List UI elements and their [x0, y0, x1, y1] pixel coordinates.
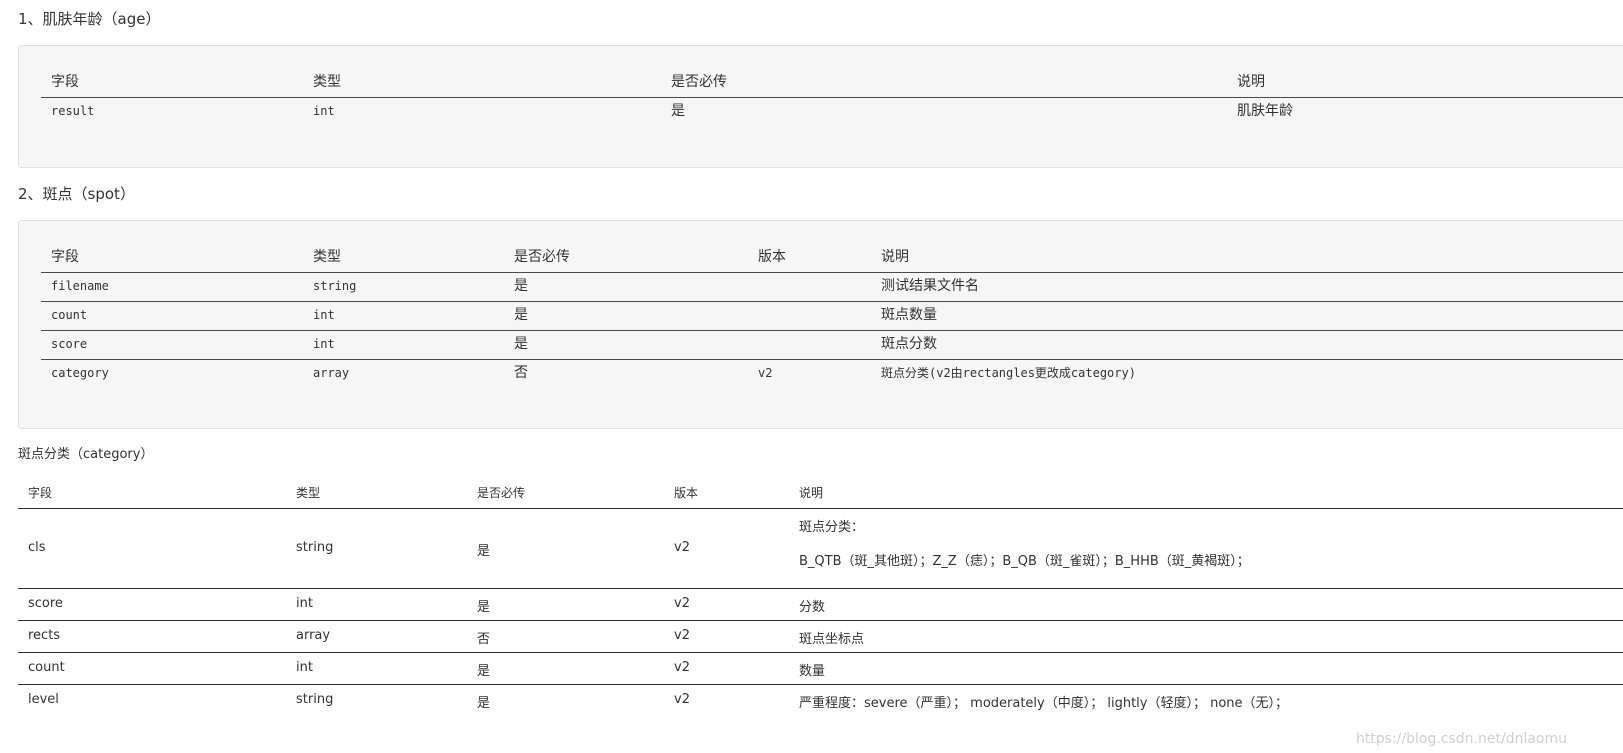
- table-row: rects array 否 v2 斑点坐标点: [18, 621, 1623, 653]
- cell-field: filename: [51, 279, 109, 293]
- table-row: count int 是 斑点数量: [41, 301, 1623, 331]
- header-field: 字段: [51, 249, 79, 265]
- cell-field: level: [28, 692, 59, 707]
- table-row: level string 是 v2 严重程度：severe（严重）； moder…: [18, 685, 1623, 716]
- cell-desc: 数量: [799, 664, 826, 679]
- cell-version: v2: [758, 366, 773, 380]
- category-caption: 斑点分类（category）: [18, 447, 154, 462]
- table-row: filename string 是 测试结果文件名: [41, 272, 1623, 302]
- header-type: 类型: [313, 74, 341, 90]
- cell-desc: 严重程度：severe（严重）； moderately（中度）； lightly…: [799, 696, 1289, 711]
- header-field: 字段: [51, 74, 79, 90]
- cell-required: 是: [514, 278, 528, 294]
- cell-version: v2: [674, 628, 690, 643]
- header-version: 版本: [758, 249, 786, 265]
- cell-required: 否: [514, 365, 528, 381]
- table-row: count int 是 v2 数量: [18, 653, 1623, 685]
- cell-required: 是: [671, 103, 685, 119]
- header-required: 是否必传: [477, 486, 526, 500]
- cell-desc-detail: B_QTB（斑_其他斑）；Z_Z（痣）；B_QB（斑_雀斑）；B_HHB（斑_黄…: [799, 554, 1250, 569]
- section-title-spot: 2、斑点（spot）: [18, 185, 135, 203]
- cell-type: array: [296, 628, 331, 643]
- cell-desc: 测试结果文件名: [881, 278, 979, 294]
- cell-required: 是: [477, 664, 491, 679]
- cell-desc: 斑点坐标点: [799, 632, 865, 647]
- cell-field: cls: [28, 540, 46, 555]
- table-row: category array 否 v2 斑点分类(v2由rectangles更改…: [41, 359, 1623, 388]
- header-desc: 说明: [881, 249, 909, 265]
- table-header-row: 字段 类型 是否必传 说明: [41, 68, 1623, 98]
- cell-version: v2: [674, 660, 690, 675]
- cell-desc: 斑点数量: [881, 307, 937, 323]
- cell-required: 否: [477, 632, 491, 647]
- cell-type: array: [313, 366, 350, 380]
- cell-required: 是: [477, 544, 491, 559]
- watermark-url: https://blog.csdn.net/dnlaomu: [1355, 731, 1567, 747]
- cell-field: score: [28, 596, 63, 611]
- table-header-row: 字段 类型 是否必传 版本 说明: [41, 243, 1623, 273]
- cell-field: score: [51, 337, 88, 351]
- cell-desc: 斑点分类(v2由rectangles更改成category): [881, 366, 1136, 380]
- header-type: 类型: [313, 249, 341, 265]
- cell-field: rects: [28, 628, 61, 643]
- header-type: 类型: [296, 486, 321, 500]
- header-field: 字段: [28, 486, 53, 500]
- cell-desc: 肌肤年龄: [1237, 103, 1293, 119]
- cell-field: category: [51, 366, 109, 380]
- cell-required: 是: [514, 336, 528, 352]
- header-desc: 说明: [799, 486, 824, 500]
- section-title-age: 1、肌肤年龄（age）: [18, 10, 161, 28]
- cell-version: v2: [674, 540, 690, 555]
- table-header-row: 字段 类型 是否必传 版本 说明: [18, 474, 1623, 509]
- header-desc: 说明: [1237, 74, 1265, 90]
- cell-type: int: [296, 660, 313, 675]
- cell-required: 是: [477, 600, 491, 615]
- table-row: cls string 是 v2 斑点分类： B_QTB（斑_其他斑）；Z_Z（痣…: [18, 509, 1623, 589]
- cell-field: count: [51, 308, 88, 322]
- cell-desc: 斑点分类：: [799, 520, 865, 535]
- code-table-age: 字段 类型 是否必传 说明 result int 是 肌肤年龄: [18, 45, 1623, 168]
- table-row: result int 是 肌肤年龄: [41, 97, 1623, 126]
- cell-field: result: [51, 104, 95, 118]
- header-version: 版本: [674, 486, 699, 500]
- table-row: score int 是 斑点分数: [41, 330, 1623, 360]
- cell-type: int: [313, 308, 335, 322]
- cell-type: int: [313, 104, 335, 118]
- cell-required: 是: [477, 696, 491, 711]
- cell-required: 是: [514, 307, 528, 323]
- cell-version: v2: [674, 692, 690, 707]
- header-required: 是否必传: [671, 74, 727, 90]
- header-required: 是否必传: [514, 249, 570, 265]
- cell-version: v2: [674, 596, 690, 611]
- cell-type: string: [296, 540, 334, 555]
- cell-desc: 斑点分数: [881, 336, 937, 352]
- table-row: score int 是 v2 分数: [18, 589, 1623, 621]
- code-table-spot: 字段 类型 是否必传 版本 说明 filename string 是 测试结果文…: [18, 220, 1623, 429]
- cell-desc: 分数: [799, 600, 826, 615]
- cell-type: string: [313, 279, 357, 293]
- cell-type: string: [296, 692, 334, 707]
- cell-field: count: [28, 660, 65, 675]
- cell-type: int: [296, 596, 313, 611]
- cell-type: int: [313, 337, 335, 351]
